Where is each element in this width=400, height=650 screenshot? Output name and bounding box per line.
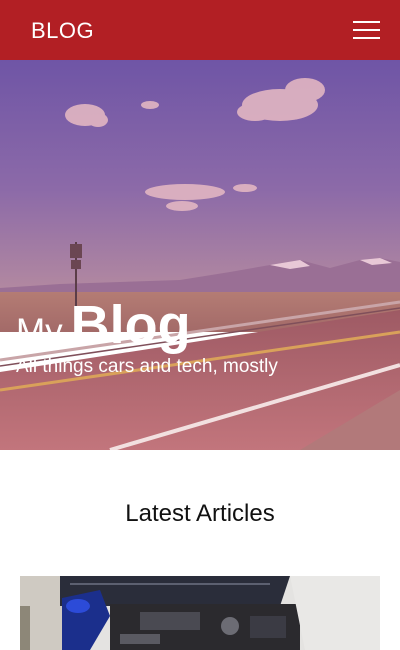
hero-title-small: My — [16, 312, 63, 351]
latest-articles-heading: Latest Articles — [125, 500, 275, 527]
hamburger-menu-icon[interactable] — [353, 20, 380, 40]
menu-line — [353, 29, 380, 31]
hero-banner: My Blog All things cars and tech, mostly — [0, 60, 400, 450]
article-card[interactable] — [20, 576, 380, 650]
hero-title-big: Blog — [70, 295, 191, 355]
menu-line — [353, 21, 380, 23]
hero-subtitle: All things cars and tech, mostly — [16, 356, 278, 377]
brand-logo[interactable]: BLOG — [31, 18, 94, 44]
car-engine-image — [20, 576, 380, 650]
menu-line — [353, 37, 380, 39]
road-landscape-image — [0, 60, 400, 450]
top-navbar: BLOG — [0, 0, 400, 60]
hero-title: My Blog — [16, 294, 191, 356]
